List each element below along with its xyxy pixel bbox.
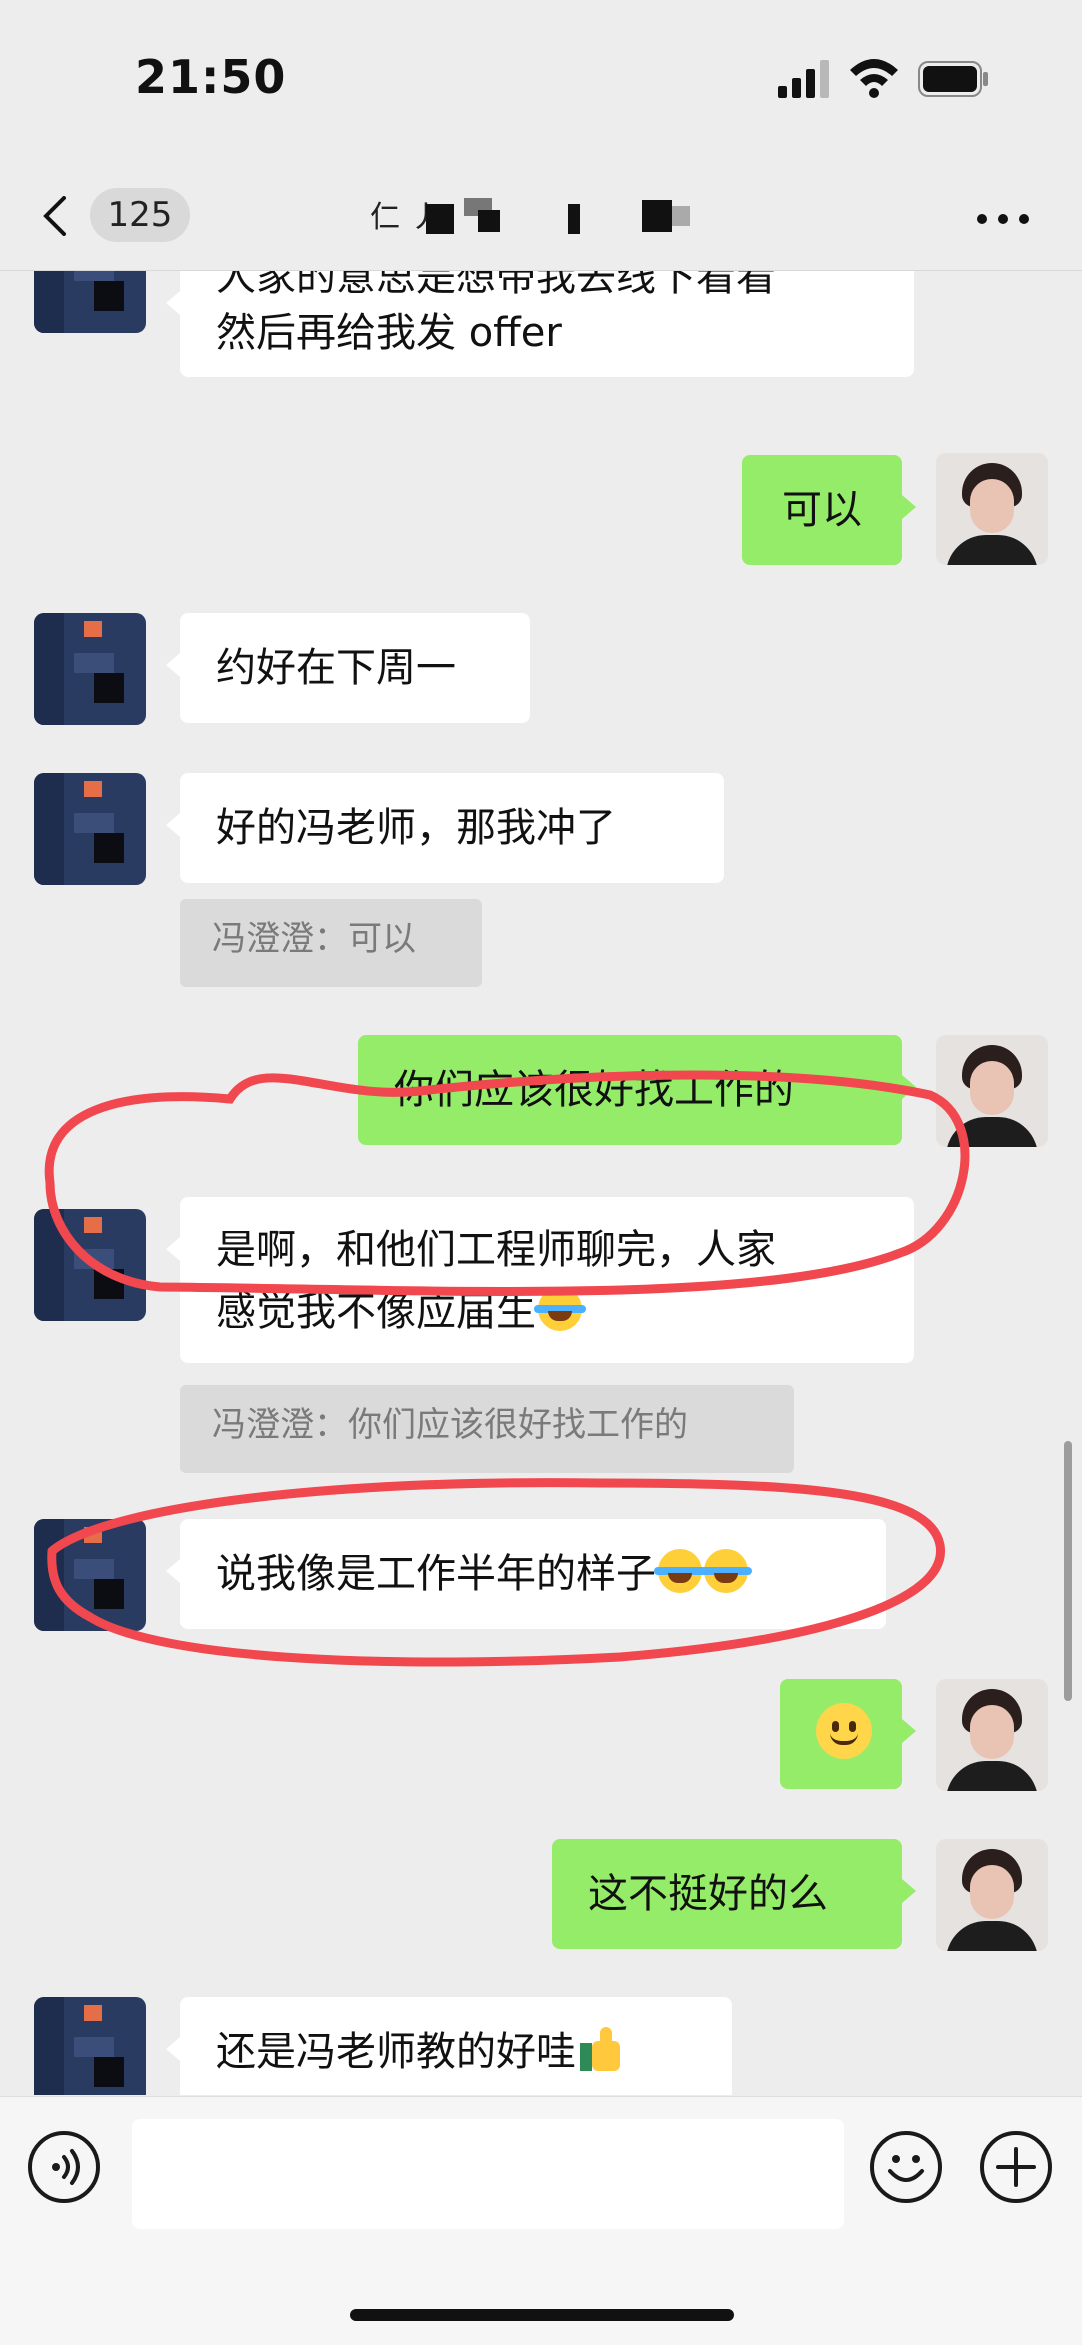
- grinning-squinting-face-icon: [654, 1549, 706, 1593]
- contact-avatar[interactable]: [34, 613, 146, 725]
- message-bubble-sent[interactable]: 这不挺好的么: [552, 1839, 916, 1949]
- status-bar: 21:50: [0, 0, 1082, 160]
- message-text: 还是冯老师教的好哇: [216, 2029, 576, 2075]
- message-text-line: 人家的意思是想带我去线下看看: [216, 271, 776, 300]
- contact-avatar[interactable]: [34, 1209, 146, 1321]
- message-list[interactable]: 人家的意思是想带我去线下看看 然后再给我发 offer 可以 约好在下周一 好的…: [0, 271, 1082, 2095]
- status-time: 21:50: [135, 50, 287, 104]
- message-text-line: 是啊，和他们工程师聊完，人家: [216, 1227, 776, 1273]
- message-bubble-sent[interactable]: [780, 1679, 916, 1789]
- contact-avatar[interactable]: [34, 1997, 146, 2095]
- chat-title: 仁 丿: [360, 190, 740, 240]
- back-button[interactable]: 125: [40, 182, 190, 248]
- chat-header: 125 仁 丿: [0, 160, 1082, 271]
- contact-avatar[interactable]: [34, 1519, 146, 1631]
- home-indicator: [350, 2309, 734, 2321]
- more-dots-icon: [977, 214, 1029, 224]
- more-options-button[interactable]: [975, 200, 1031, 230]
- message-bubble-sent[interactable]: 你们应该很好找工作的: [358, 1035, 916, 1145]
- plus-button[interactable]: [980, 2131, 1052, 2203]
- quoted-reply[interactable]: 冯澄澄：可以: [180, 899, 482, 987]
- battery-icon: [918, 61, 988, 97]
- contact-avatar[interactable]: [34, 773, 146, 885]
- title-mosaic-block: [672, 206, 690, 226]
- smiling-face-icon: [816, 1703, 872, 1759]
- message-text-line: 感觉我不像应届生: [216, 1289, 536, 1335]
- message-bubble-received[interactable]: 还是冯老师教的好哇: [166, 1997, 732, 2095]
- wifi-icon: [850, 59, 898, 98]
- message-bubble-sent[interactable]: 可以: [742, 455, 916, 565]
- thumbs-up-icon: [580, 2027, 620, 2071]
- title-mosaic-block: [568, 204, 580, 234]
- my-avatar[interactable]: [936, 1035, 1048, 1147]
- quoted-reply[interactable]: 冯澄澄：你们应该很好找工作的: [180, 1385, 794, 1473]
- grinning-squinting-face-icon: [534, 1287, 586, 1331]
- message-bubble-received[interactable]: 人家的意思是想带我去线下看看 然后再给我发 offer: [166, 271, 914, 377]
- message-bubble-received[interactable]: 约好在下周一: [166, 613, 530, 723]
- my-avatar[interactable]: [936, 453, 1048, 565]
- scroll-indicator[interactable]: [1064, 1441, 1072, 1701]
- my-avatar[interactable]: [936, 1839, 1048, 1951]
- message-text: 说我像是工作半年的样子: [216, 1551, 656, 1597]
- plus-icon: [996, 2147, 1036, 2187]
- red-circle-annotation: [44, 1070, 970, 1667]
- grinning-squinting-face-icon: [700, 1549, 752, 1593]
- emoji-button[interactable]: [870, 2131, 942, 2203]
- unread-count-badge: 125: [90, 188, 190, 242]
- message-input[interactable]: [132, 2119, 844, 2229]
- title-mosaic-block: [478, 210, 500, 232]
- title-mosaic-block: [426, 204, 454, 234]
- input-bar: [0, 2096, 1082, 2345]
- my-avatar[interactable]: [936, 1679, 1048, 1791]
- message-bubble-received[interactable]: 说我像是工作半年的样子: [166, 1519, 886, 1629]
- contact-avatar[interactable]: [34, 271, 146, 333]
- message-text-line: 然后再给我发 offer: [216, 310, 562, 356]
- voice-icon: [52, 2149, 80, 2185]
- voice-input-button[interactable]: [28, 2131, 100, 2203]
- title-mosaic-block: [642, 200, 672, 232]
- message-bubble-received[interactable]: 是啊，和他们工程师聊完，人家 感觉我不像应届生: [166, 1197, 914, 1363]
- message-bubble-received[interactable]: 好的冯老师，那我冲了: [166, 773, 724, 883]
- chevron-left-icon: [43, 196, 66, 236]
- cellular-signal-icon: [778, 60, 829, 98]
- emoji-icon: [888, 2155, 924, 2182]
